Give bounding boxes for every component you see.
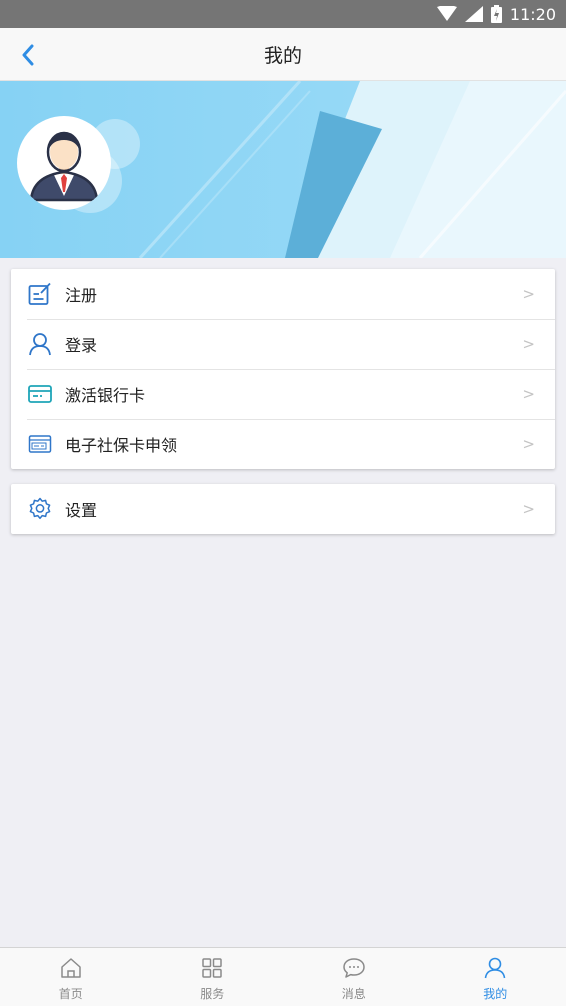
tab-messages[interactable]: 消息 — [283, 948, 425, 1006]
menu-item-login[interactable]: 登录 > — [11, 319, 555, 369]
chevron-right-icon: > — [522, 385, 535, 403]
menu-item-register[interactable]: 注册 > — [11, 269, 555, 319]
menu-item-label: 登录 — [65, 336, 98, 355]
menu-item-social-security-card[interactable]: 电子社保卡申领 > — [11, 419, 555, 469]
tab-mine[interactable]: 我的 — [425, 948, 566, 1006]
gear-icon — [27, 496, 53, 522]
back-button[interactable] — [14, 40, 42, 70]
user-icon — [484, 955, 506, 981]
chevron-right-icon: > — [522, 435, 535, 453]
tab-label: 我的 — [483, 986, 508, 1001]
avatar[interactable] — [17, 116, 111, 210]
nav-bar: 我的 — [0, 28, 566, 81]
wifi-icon — [436, 6, 457, 22]
menu-item-settings[interactable]: 设置 > — [11, 484, 555, 534]
status-time: 11:20 — [509, 4, 556, 24]
chevron-right-icon: > — [522, 335, 535, 353]
chevron-right-icon: > — [522, 500, 535, 518]
menu-item-label: 电子社保卡申领 — [65, 436, 178, 455]
bank-card-icon — [27, 381, 53, 407]
grid-icon — [201, 955, 223, 981]
message-icon — [342, 955, 366, 981]
battery-icon — [490, 5, 502, 23]
chevron-left-icon — [22, 44, 34, 66]
signal-icon — [464, 6, 483, 22]
page-title: 我的 — [263, 44, 302, 67]
user-icon — [27, 331, 53, 357]
tab-label: 首页 — [58, 986, 83, 1001]
tab-services[interactable]: 服务 — [142, 948, 284, 1006]
menu-item-label: 注册 — [65, 286, 98, 305]
avatar-person-icon — [29, 131, 99, 202]
menu-group-account: 注册 > 登录 > 激活银行卡 > 电子社保卡申领 > — [11, 269, 555, 469]
social-security-card-icon — [27, 431, 53, 457]
profile-banner — [0, 81, 566, 258]
chevron-right-icon: > — [522, 285, 535, 303]
menu-item-label: 激活银行卡 — [65, 386, 146, 405]
menu-item-activate-bank-card[interactable]: 激活银行卡 > — [11, 369, 555, 419]
home-icon — [60, 955, 82, 981]
menu-item-label: 设置 — [65, 501, 98, 520]
register-icon — [27, 281, 53, 307]
bottom-tab-bar: 首页 服务 消息 我的 — [0, 947, 566, 1006]
tab-label: 服务 — [200, 986, 225, 1001]
tab-home[interactable]: 首页 — [0, 948, 142, 1006]
tab-label: 消息 — [341, 986, 366, 1001]
menu-group-settings: 设置 > — [11, 484, 555, 534]
status-bar: 11:20 — [0, 0, 566, 28]
